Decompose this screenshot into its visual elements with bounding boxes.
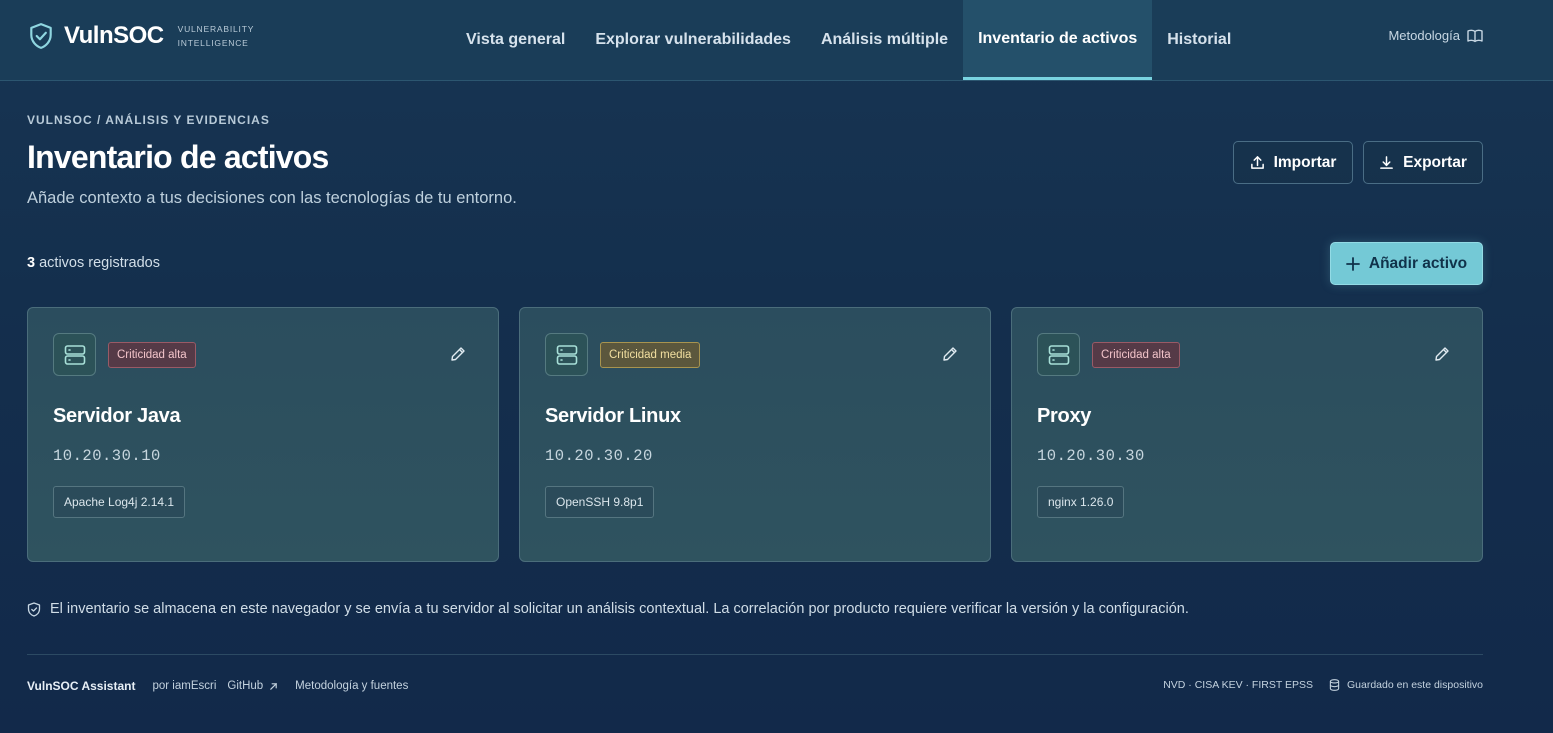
asset-card[interactable]: Criticidad alta Servidor Java 10.20.30.1… (27, 307, 499, 562)
asset-name: Servidor Java (53, 405, 181, 427)
technology-tag: nginx 1.26.0 (1037, 486, 1125, 518)
top-navbar: VulnSOC VULNERABILITY INTELLIGENCE Vista… (0, 0, 1553, 81)
page-subtitle: Añade contexto a tus decisiones con las … (27, 189, 517, 207)
nav-historial[interactable]: Historial (1152, 0, 1246, 80)
footer-divider (27, 654, 1483, 655)
pencil-icon[interactable] (1434, 346, 1450, 362)
server-icon (53, 333, 96, 376)
import-button[interactable]: Importar (1233, 141, 1353, 184)
export-button[interactable]: Exportar (1363, 141, 1483, 184)
shield-check-icon (27, 601, 41, 617)
asset-ip: 10.20.30.20 (545, 447, 653, 465)
privacy-notice: El inventario se almacena en este navega… (27, 601, 1189, 617)
nav-explorar-vulnerabilidades[interactable]: Explorar vulnerabilidades (580, 0, 806, 80)
methodology-sources-link[interactable]: Metodología y fuentes (295, 680, 408, 692)
github-link[interactable]: GitHub (227, 680, 278, 692)
asset-card[interactable]: Criticidad media Servidor Linux 10.20.30… (519, 307, 991, 562)
nav-analisis-multiple[interactable]: Análisis múltiple (806, 0, 963, 80)
criticality-badge: Criticidad alta (108, 342, 196, 368)
footer-brand: VulnSOC Assistant (27, 679, 136, 693)
pencil-icon[interactable] (942, 346, 958, 362)
criticality-badge: Criticidad alta (1092, 342, 1180, 368)
nav-vista-general[interactable]: Vista general (451, 0, 580, 80)
technology-tag: OpenSSH 9.8p1 (545, 486, 655, 518)
page-title: Inventario de activos (27, 139, 329, 175)
methodology-link[interactable]: Metodología (1388, 28, 1483, 43)
external-link-icon (270, 682, 277, 690)
methodology-label: Metodología (1388, 28, 1460, 43)
brand-logo[interactable]: VulnSOC VULNERABILITY INTELLIGENCE (28, 22, 254, 50)
shield-check-icon (30, 23, 52, 49)
asset-name: Servidor Linux (545, 405, 681, 427)
asset-name: Proxy (1037, 405, 1092, 427)
asset-ip: 10.20.30.30 (1037, 447, 1145, 465)
plus-icon (1345, 256, 1360, 271)
server-icon (545, 333, 588, 376)
notice-text: El inventario se almacena en este navega… (50, 601, 1189, 617)
storage-status: Guardado en este dispositivo (1346, 679, 1483, 691)
asset-count: 3 activos registrados (27, 255, 160, 271)
criticality-badge: Criticidad media (600, 342, 701, 368)
brand-tagline: VULNERABILITY INTELLIGENCE (177, 24, 255, 48)
footer-author: por iamEscri (152, 680, 217, 692)
breadcrumb: VULNSOC / ANÁLISIS Y EVIDENCIAS (27, 113, 270, 127)
technology-tag: Apache Log4j 2.14.1 (53, 486, 186, 518)
export-label: Exportar (1403, 153, 1467, 171)
data-sources: NVD · CISA KEV · FIRST EPSS (1163, 679, 1313, 691)
asset-ip: 10.20.30.10 (53, 447, 161, 465)
footer: VulnSOC Assistant por iamEscri GitHub Me… (27, 679, 1483, 695)
add-asset-button[interactable]: Añadir activo (1330, 242, 1483, 285)
database-icon (1329, 679, 1340, 691)
server-icon (1037, 333, 1080, 376)
upload-icon (1250, 156, 1264, 169)
asset-count-text: activos registrados (39, 255, 160, 271)
book-open-icon (1467, 29, 1483, 42)
download-icon (1380, 156, 1393, 169)
nav-inventario-activos[interactable]: Inventario de activos (963, 0, 1153, 80)
main-nav: Vista general Explorar vulnerabilidades … (451, 0, 1246, 80)
add-asset-label: Añadir activo (1368, 254, 1468, 272)
import-label: Importar (1273, 153, 1337, 171)
asset-card[interactable]: Criticidad alta Proxy 10.20.30.30 nginx … (1011, 307, 1483, 562)
pencil-icon[interactable] (450, 346, 466, 362)
brand-name: VulnSOC (64, 22, 164, 49)
asset-count-value: 3 (27, 255, 36, 271)
